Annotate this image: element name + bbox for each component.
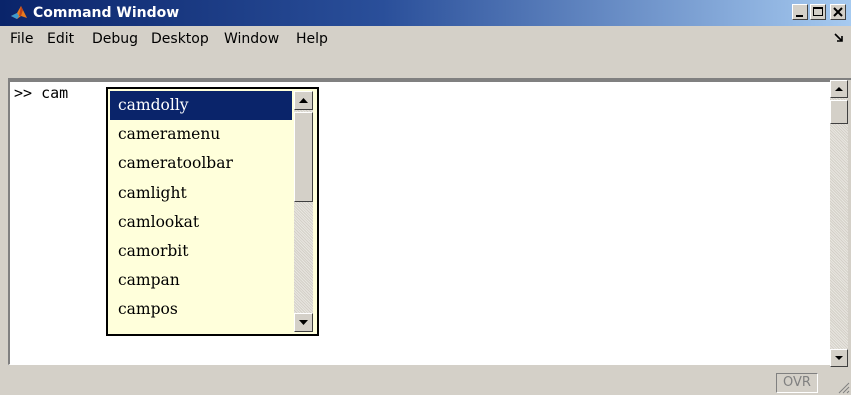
undock-arrow-icon[interactable] [834, 33, 844, 43]
maximize-icon [813, 7, 823, 16]
menu-window[interactable]: Window [224, 30, 279, 48]
completion-item[interactable]: camlookat [110, 208, 292, 237]
completion-item[interactable]: campan [110, 266, 292, 295]
arrow-down-icon [299, 320, 308, 325]
minimize-icon [796, 15, 803, 17]
arrow-up-icon [299, 98, 308, 103]
vertical-scrollbar[interactable] [830, 80, 848, 367]
scroll-down-button[interactable] [830, 349, 848, 367]
close-icon [833, 7, 843, 17]
command-window: Command Window File Edit Debug Desktop W… [0, 0, 851, 395]
menu-debug[interactable]: Debug [92, 30, 138, 48]
completion-scrollbar[interactable] [294, 91, 313, 332]
menu-desktop[interactable]: Desktop [151, 30, 209, 48]
prompt: >> [14, 84, 33, 102]
close-button[interactable] [830, 4, 846, 20]
matlab-logo-icon [10, 4, 28, 22]
resize-grip-icon[interactable] [836, 380, 850, 394]
arrow-up-icon [835, 87, 843, 91]
completion-scroll-thumb[interactable] [294, 112, 313, 202]
autocomplete-popup: camdolly cameramenu cameratoolbar camlig… [106, 87, 319, 336]
menu-file[interactable]: File [10, 30, 33, 48]
completion-item[interactable]: camlight [110, 179, 292, 208]
menu-help[interactable]: Help [296, 30, 328, 48]
maximize-button[interactable] [810, 4, 826, 20]
scroll-up-button[interactable] [830, 80, 848, 98]
completion-scroll-up-button[interactable] [294, 91, 313, 110]
completion-item[interactable]: campos [110, 295, 292, 324]
completion-item[interactable]: camdolly [110, 91, 292, 121]
typed-text: cam [41, 84, 69, 102]
completion-scroll-down-button[interactable] [294, 313, 313, 332]
window-title: Command Window [33, 5, 180, 21]
menu-bar: File Edit Debug Desktop Window Help [0, 26, 851, 52]
minimize-button[interactable] [792, 4, 808, 20]
completion-list: camdolly cameramenu cameratoolbar camlig… [110, 91, 292, 325]
completion-item[interactable]: cameratoolbar [110, 149, 292, 178]
completion-item[interactable]: cameramenu [110, 120, 292, 149]
overwrite-mode-indicator: OVR [776, 373, 818, 393]
menu-edit[interactable]: Edit [47, 30, 74, 48]
completion-item[interactable]: camorbit [110, 237, 292, 266]
arrow-down-icon [835, 356, 843, 360]
command-line: >> cam [14, 84, 68, 102]
scroll-thumb[interactable] [830, 100, 848, 124]
title-bar[interactable]: Command Window [0, 0, 851, 26]
status-bar [0, 367, 851, 395]
